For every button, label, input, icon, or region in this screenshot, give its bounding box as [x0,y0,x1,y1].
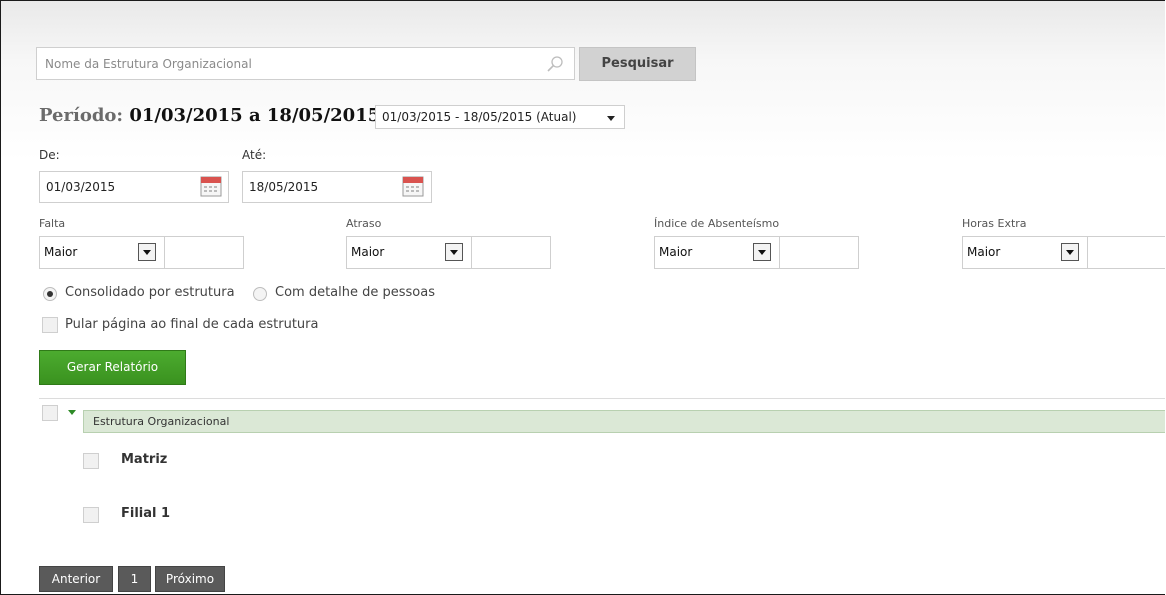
to-date-value: 18/05/2015 [249,180,319,194]
absenteismo-value-input[interactable] [781,237,851,268]
to-date-label: Até: [242,148,267,162]
chevron-down-icon[interactable] [445,243,463,261]
select-all-checkbox[interactable] [42,405,58,421]
from-date-label: De: [39,148,60,162]
period-select[interactable]: 01/03/2015 - 18/05/2015 (Atual) [375,105,625,129]
page-break-label[interactable]: Pular página ao final de cada estrutura [65,317,318,332]
report-page: Pesquisar Período: 01/03/2015 a 18/05/20… [0,0,1165,595]
pagination-page-1[interactable]: 1 [118,566,151,592]
pagination-prev-button[interactable]: Anterior [39,566,113,592]
period-label: Período: [39,105,124,126]
pagination-next-button[interactable]: Próximo [155,566,225,592]
radio-consolidated[interactable] [43,287,57,301]
period-title: Período: 01/03/2015 a 18/05/2015 [39,105,380,126]
radio-detail[interactable] [253,287,267,301]
period-range: 01/03/2015 a 18/05/2015 [129,105,381,126]
expand-caret-icon[interactable] [68,410,76,415]
filter-absenteismo: Maior [654,236,859,269]
generate-report-button[interactable]: Gerar Relatório [39,350,186,385]
calendar-icon[interactable] [402,175,424,197]
falta-operator-select[interactable]: Maior [40,237,165,268]
radio-consolidated-label[interactable]: Consolidado por estrutura [65,285,235,300]
search-icon[interactable] [546,55,564,73]
absenteismo-operator-select[interactable]: Maior [655,237,780,268]
filter-atraso: Maior [346,236,551,269]
chevron-down-icon[interactable] [138,243,156,261]
horas-extra-operator-select[interactable]: Maior [963,237,1088,268]
search-button[interactable]: Pesquisar [579,47,696,81]
period-select-value: 01/03/2015 - 18/05/2015 (Atual) [382,110,577,124]
filter-label-falta: Falta [39,217,66,230]
page-break-checkbox[interactable] [42,317,58,333]
radio-detail-label[interactable]: Com detalhe de pessoas [275,285,435,300]
chevron-down-icon [607,116,615,121]
filter-label-absenteismo: Índice de Absenteísmo [654,217,780,230]
tree-item-filial-1[interactable]: Filial 1 [121,506,170,521]
atraso-value-input[interactable] [473,237,543,268]
absenteismo-operator-value: Maior [659,245,693,259]
horas-extra-value-input[interactable] [1089,237,1159,268]
tree-header: Estrutura Organizacional [83,410,1165,433]
from-date-value: 01/03/2015 [46,180,116,194]
search-input[interactable] [37,48,553,79]
filter-label-atraso: Atraso [346,217,382,230]
tree-item-checkbox[interactable] [83,453,99,469]
falta-value-input[interactable] [166,237,236,268]
atraso-operator-value: Maior [351,245,385,259]
filter-label-horas-extra: Horas Extra [962,217,1027,230]
divider [39,398,1165,399]
atraso-operator-select[interactable]: Maior [347,237,472,268]
tree-item-matriz[interactable]: Matriz [121,452,167,467]
tree-item-checkbox[interactable] [83,507,99,523]
calendar-icon[interactable] [200,175,222,197]
chevron-down-icon[interactable] [753,243,771,261]
falta-operator-value: Maior [44,245,78,259]
horas-extra-operator-value: Maior [967,245,1001,259]
chevron-down-icon[interactable] [1061,243,1079,261]
search-field[interactable] [36,47,575,80]
filter-falta: Maior [39,236,244,269]
filter-horas-extra: Maior [962,236,1165,269]
